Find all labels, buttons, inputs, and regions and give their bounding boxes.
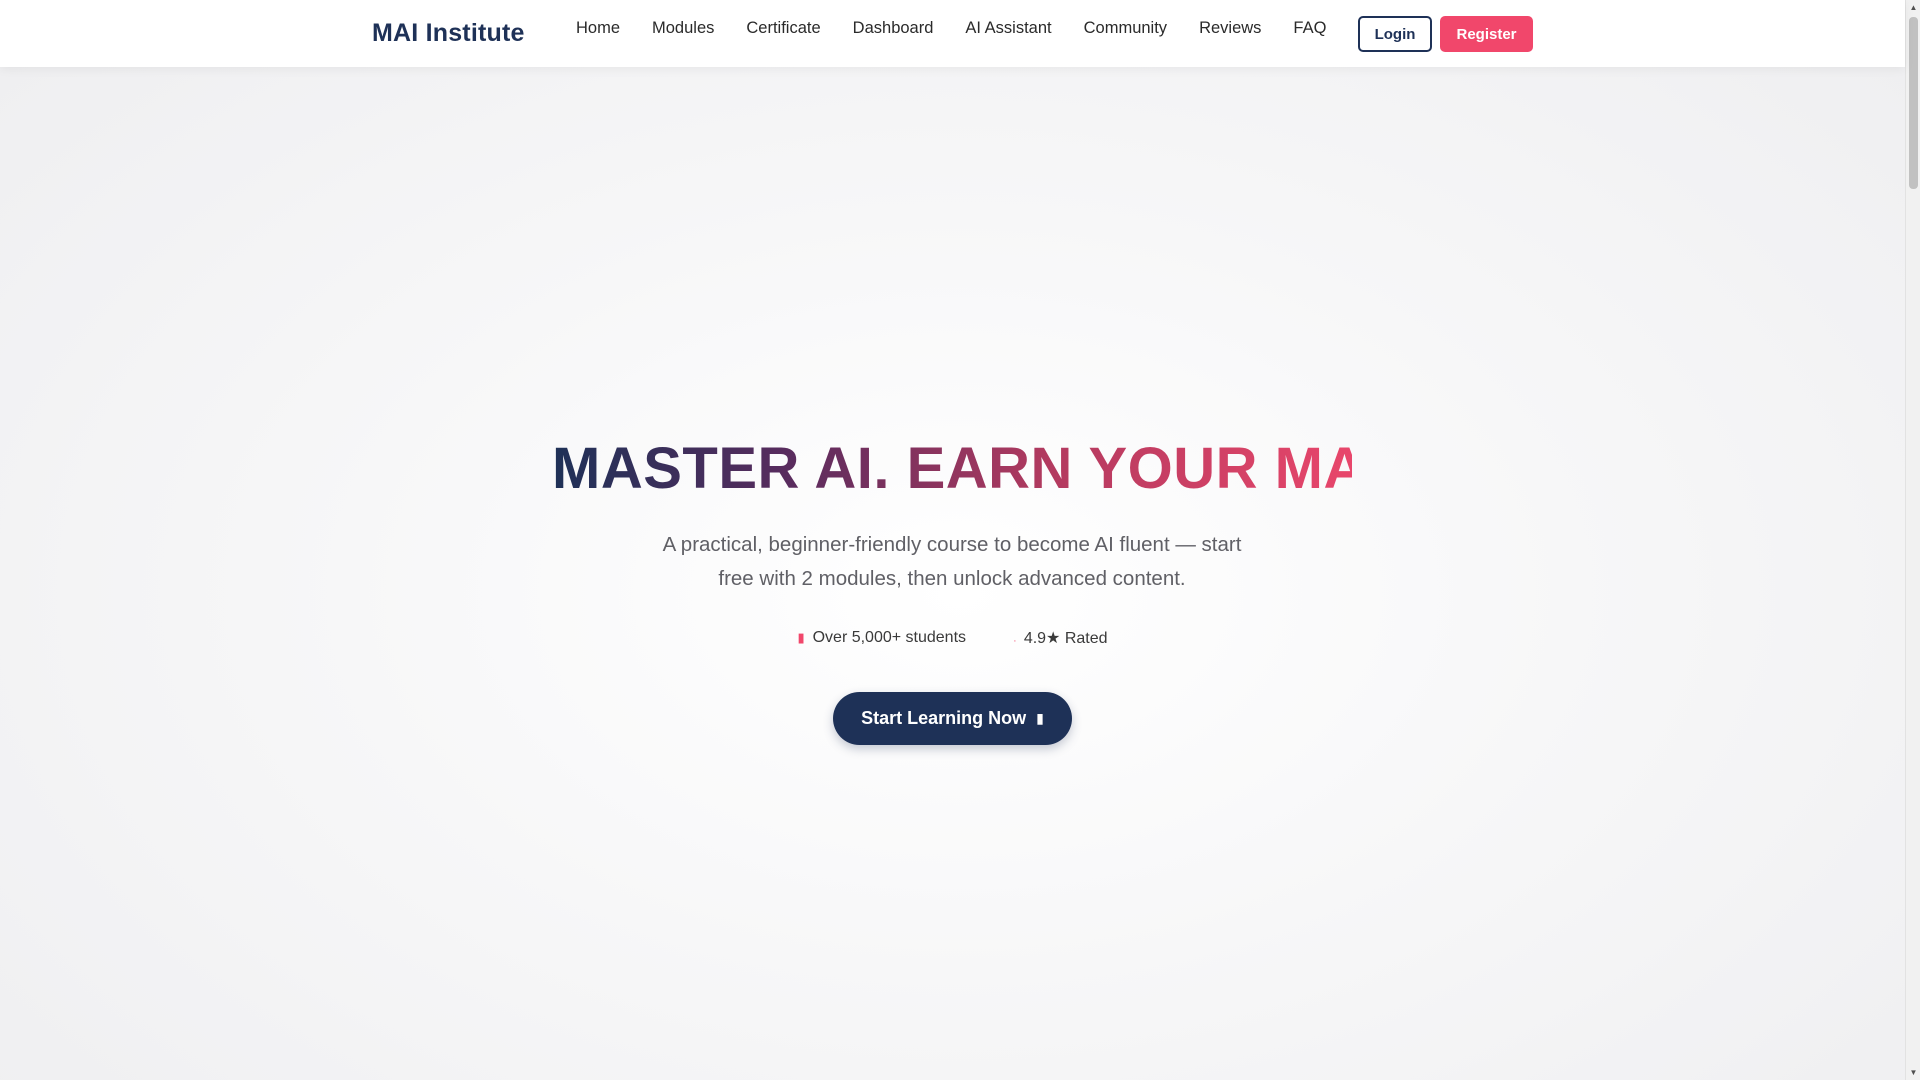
nav-certificate[interactable]: Certificate <box>746 19 820 38</box>
nav-modules[interactable]: Modules <box>652 19 714 38</box>
arrow-right-icon: ▮ <box>1036 710 1044 726</box>
start-learning-button[interactable]: Start Learning Now ▮ <box>833 692 1072 745</box>
register-button[interactable]: Register <box>1440 16 1533 52</box>
star-icon: ‚ <box>1014 633 1016 643</box>
brand-logo[interactable]: MAI Institute <box>372 19 525 48</box>
navbar: MAI Institute Home Modules Certificate D… <box>0 0 1905 67</box>
nav-home[interactable]: Home <box>576 19 620 38</box>
nav-ai-assistant[interactable]: AI Assistant <box>965 19 1051 38</box>
scroll-down-icon[interactable]: ▼ <box>1906 1065 1920 1080</box>
login-button[interactable]: Login <box>1358 16 1432 52</box>
nav-community[interactable]: Community <box>1084 19 1167 38</box>
scroll-up-icon[interactable]: ▲ <box>1906 0 1920 15</box>
nav-faq[interactable]: FAQ <box>1293 19 1326 38</box>
stat-rating: ‚ 4.9★ Rated <box>1014 628 1108 648</box>
stat-students: ▮ Over 5,000+ students <box>797 629 966 647</box>
start-learning-label: Start Learning Now <box>861 708 1027 728</box>
stat-rating-text: 4.9★ Rated <box>1023 630 1108 647</box>
nav-links: Home Modules Certificate Dashboard AI As… <box>560 0 1342 57</box>
nav-reviews[interactable]: Reviews <box>1199 19 1261 38</box>
hero-subtitle: A practical, beginner-friendly course to… <box>662 533 1242 590</box>
nav-dashboard[interactable]: Dashboard <box>853 19 934 38</box>
stat-students-text: Over 5,000+ students <box>812 629 967 646</box>
vertical-scrollbar[interactable]: ▲ ▼ <box>1905 0 1920 1080</box>
users-icon: ▮ <box>797 630 805 645</box>
hero-title: MASTER AI. EARN YOUR MAI. <box>552 436 1400 501</box>
scroll-thumb[interactable] <box>1909 17 1918 189</box>
page: MAI Institute Home Modules Certificate D… <box>0 0 1920 1080</box>
hero-stats: ▮ Over 5,000+ students ‚ 4.9★ Rated <box>0 628 1905 648</box>
